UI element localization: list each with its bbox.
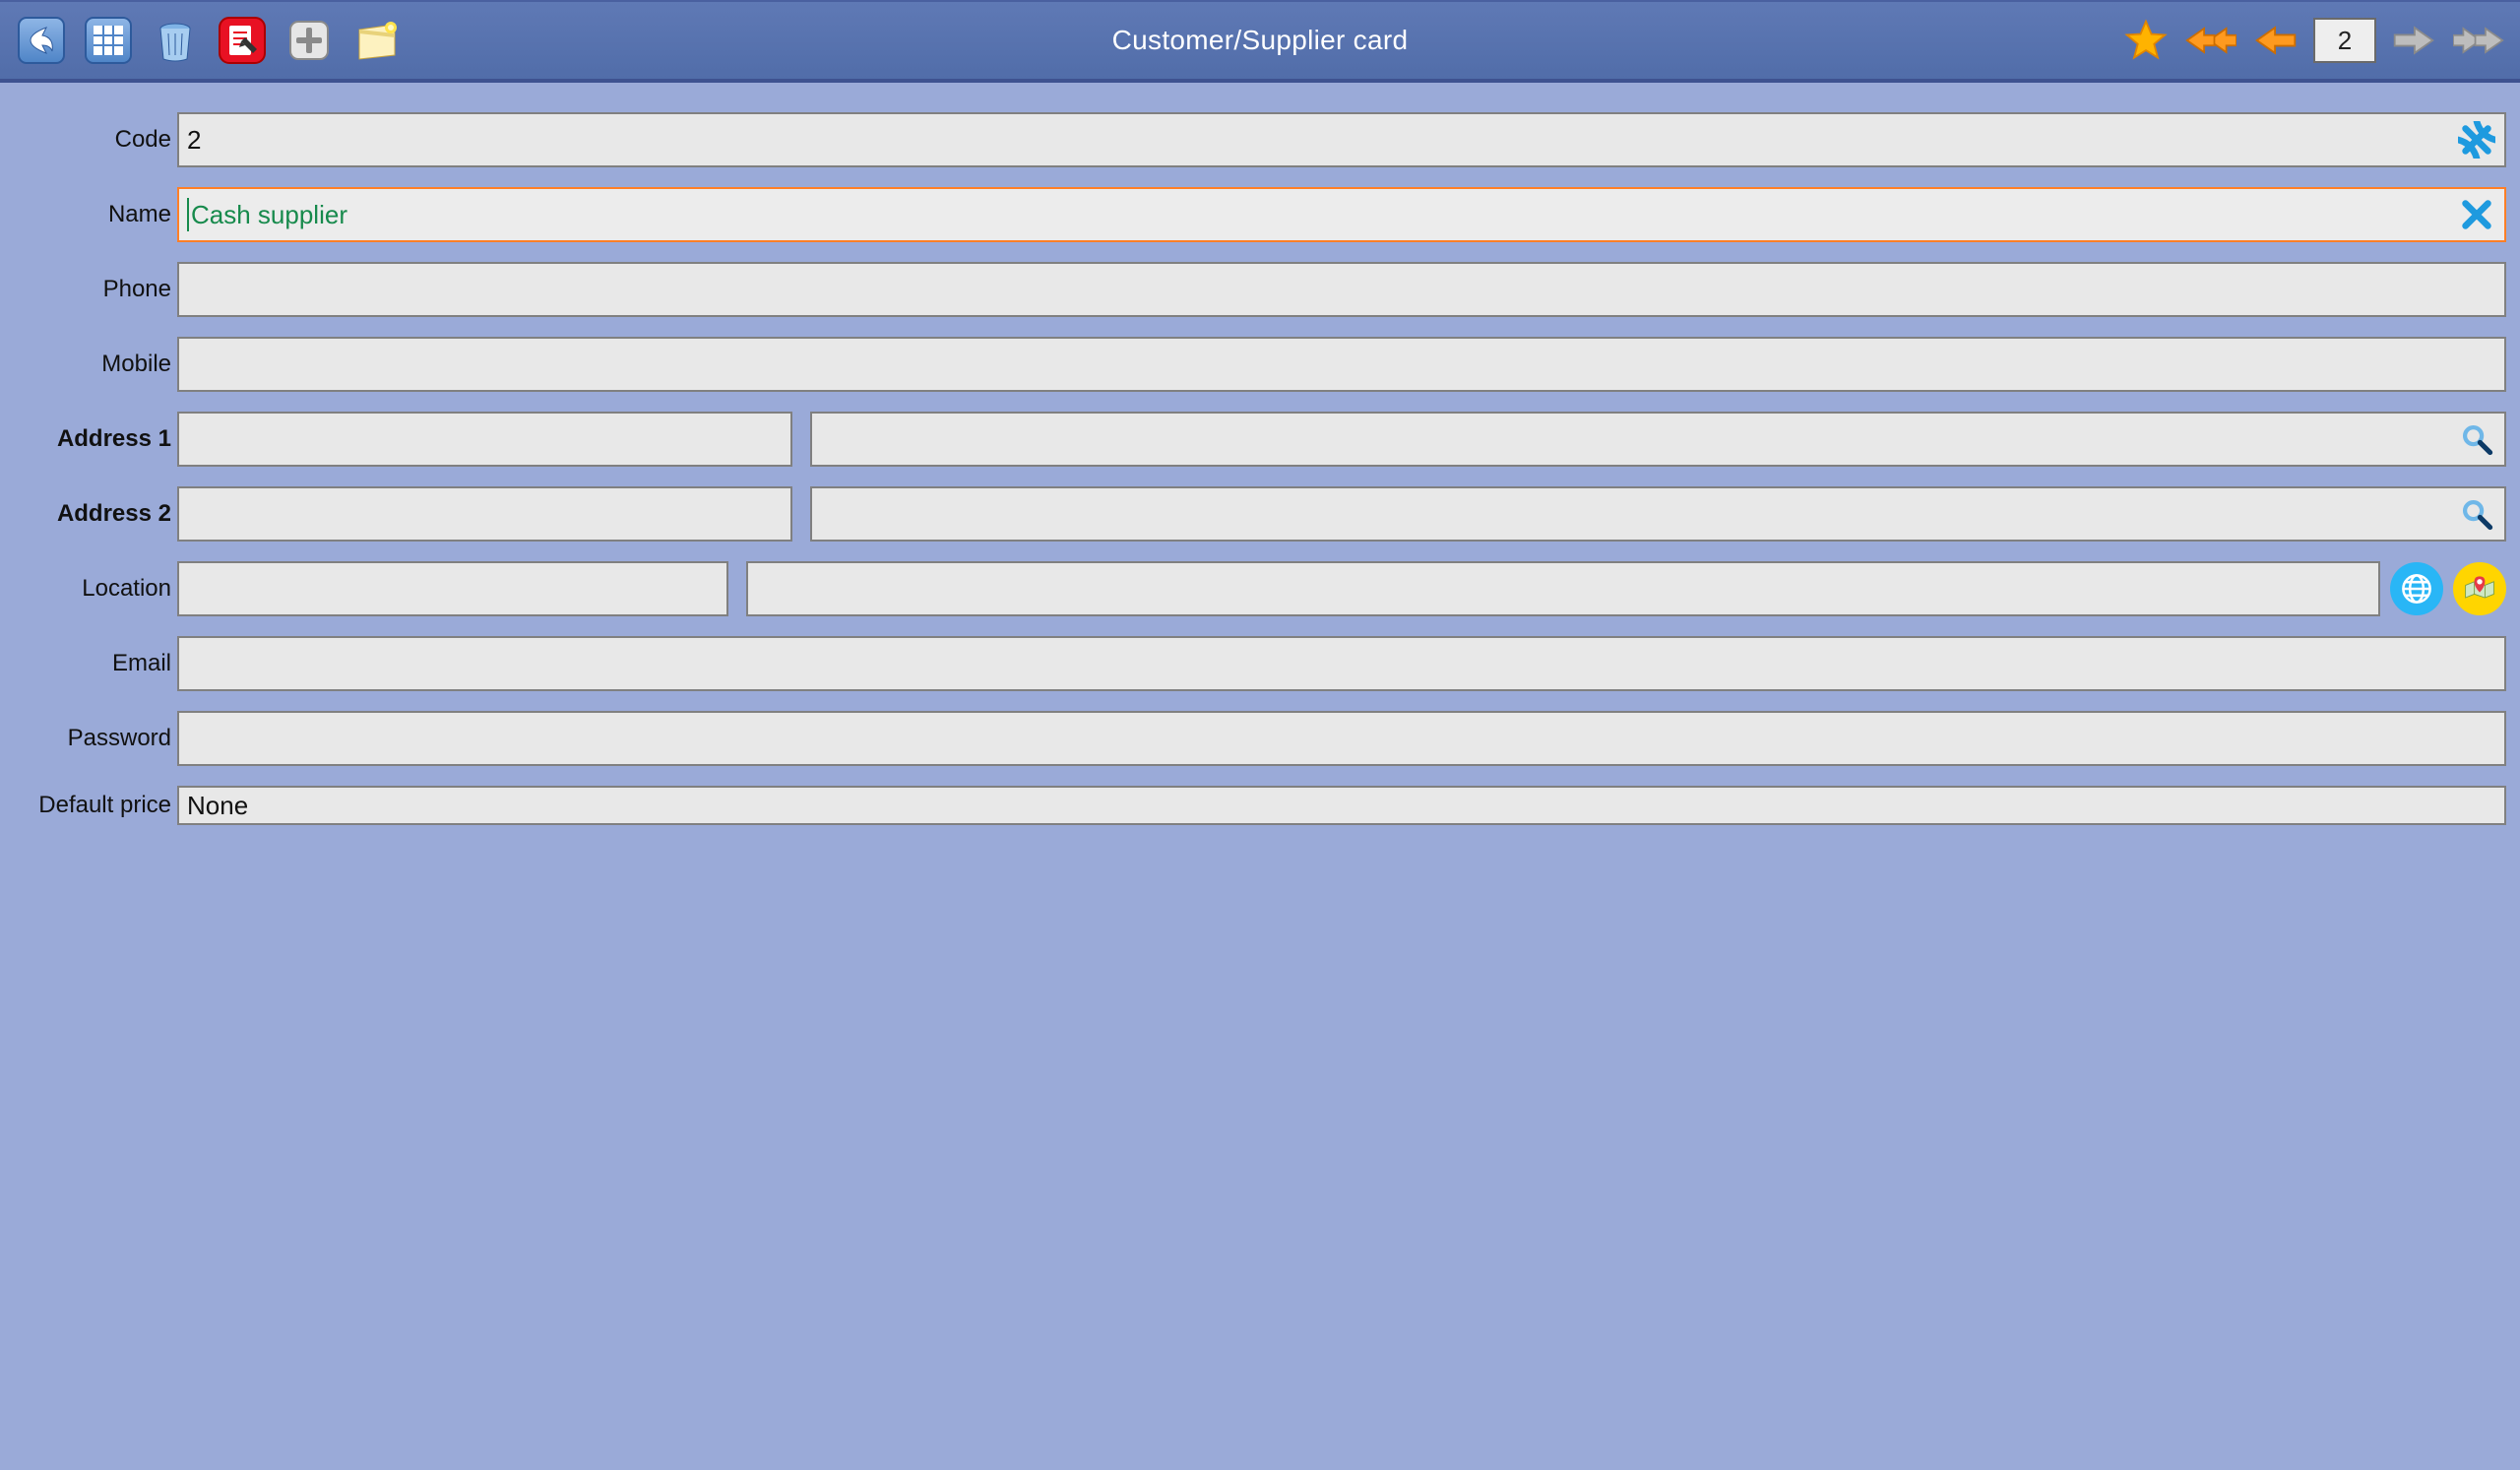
row-address1: Address 1 [14,412,2506,467]
mobile-field[interactable] [177,337,2506,392]
code-field[interactable]: 2 [177,112,2506,167]
location-a-field[interactable] [177,561,728,616]
first-record-button[interactable] [2183,13,2238,68]
page-title: Customer/Supplier card [1112,25,1409,56]
row-password: Password [14,711,2506,766]
address2a-field[interactable] [177,486,792,542]
address2b-field[interactable] [810,486,2506,542]
text-caret [187,198,189,231]
record-number-box[interactable]: 2 [2313,18,2376,63]
label-location: Location [14,575,177,603]
add-button[interactable] [282,13,337,68]
label-code: Code [14,126,177,154]
code-value: 2 [187,125,201,156]
row-address2: Address 2 [14,486,2506,542]
prev-record-button[interactable] [2248,13,2303,68]
row-name: Name Cash supplier [14,187,2506,242]
name-value: Cash supplier [191,200,347,230]
clear-code-icon[interactable] [2455,118,2498,161]
favorite-button[interactable] [2118,13,2174,68]
address1b-field[interactable] [810,412,2506,467]
phone-field[interactable] [177,262,2506,317]
search-address1-icon[interactable] [2455,417,2498,461]
row-code: Code 2 [14,112,2506,167]
toolbar-nav: 2 [2118,13,2506,68]
label-mobile: Mobile [14,351,177,378]
globe-button[interactable] [2390,562,2443,615]
label-address1: Address 1 [14,425,177,453]
record-number: 2 [2338,26,2352,56]
search-address2-icon[interactable] [2455,492,2498,536]
back-button[interactable] [14,13,69,68]
label-default-price: Default price [14,792,177,819]
row-phone: Phone [14,262,2506,317]
next-record-button[interactable] [2386,13,2441,68]
map-button[interactable] [2453,562,2506,615]
new-card-button[interactable] [348,13,404,68]
name-field[interactable]: Cash supplier [177,187,2506,242]
address1a-field[interactable] [177,412,792,467]
location-b-field[interactable] [746,561,2380,616]
grid-button[interactable] [81,13,136,68]
row-location: Location [14,561,2506,616]
delete-button[interactable] [148,13,203,68]
form-area: Code 2 Name Cash supplier Phone [0,83,2520,1470]
label-address2: Address 2 [14,500,177,528]
toolbar: Customer/Supplier card 2 [0,0,2520,83]
default-price-value: None [187,791,248,821]
clear-name-icon[interactable] [2455,193,2498,236]
label-email: Email [14,650,177,677]
password-field[interactable] [177,711,2506,766]
row-mobile: Mobile [14,337,2506,392]
last-record-button[interactable] [2451,13,2506,68]
label-phone: Phone [14,276,177,303]
label-password: Password [14,725,177,752]
row-default-price: Default price None [14,786,2506,825]
label-name: Name [14,201,177,228]
edit-button[interactable] [215,13,270,68]
row-email: Email [14,636,2506,691]
email-field[interactable] [177,636,2506,691]
default-price-field[interactable]: None [177,786,2506,825]
